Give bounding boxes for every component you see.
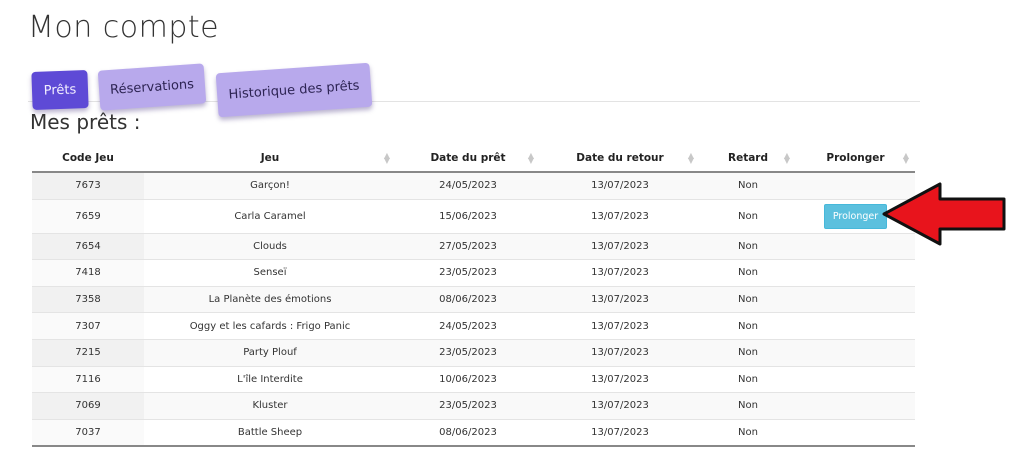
- prolonger-button[interactable]: Prolonger: [823, 203, 888, 229]
- cell-return-date: 13/07/2023: [540, 199, 700, 234]
- cell-return-date: 13/07/2023: [540, 312, 700, 340]
- table-row: 7673 Garçon! 24/05/2023 13/07/2023 Non: [32, 172, 915, 200]
- cell-code: 7418: [32, 259, 144, 287]
- cell-game: Party Plouf: [144, 339, 396, 367]
- column-header-code-jeu[interactable]: Code Jeu: [32, 145, 144, 173]
- cell-late: Non: [700, 259, 796, 287]
- sort-arrows-icon: ▲ ▼: [783, 151, 790, 165]
- loans-table: Code Jeu Jeu ▲ ▼ Date du prêt ▲ ▼ Date du re…: [32, 145, 915, 448]
- cell-extend: [796, 392, 915, 420]
- table-row: 7037 Battle Sheep 08/06/2023 13/07/2023 …: [32, 419, 915, 448]
- tab-reservations[interactable]: Réservations: [97, 63, 207, 111]
- section-title: Mes prêts :: [30, 110, 141, 134]
- cell-loan-date: 08/06/2023: [396, 286, 540, 314]
- tab-prets[interactable]: Prêts: [31, 70, 89, 110]
- cell-game: Carla Caramel: [144, 199, 396, 234]
- tab-historique-des-prets[interactable]: Historique des prêts: [215, 62, 373, 118]
- table-row: 7358 La Planète des émotions 08/06/2023 …: [32, 286, 915, 314]
- table-row: 7654 Clouds 27/05/2023 13/07/2023 Non: [32, 233, 915, 261]
- cell-loan-date: 15/06/2023: [396, 199, 540, 234]
- column-header-prolonger[interactable]: Prolonger ▲ ▼: [796, 145, 915, 173]
- cell-late: Non: [700, 199, 796, 234]
- page-title: Mon compte: [28, 10, 220, 45]
- cell-game: Clouds: [144, 233, 396, 261]
- cell-return-date: 13/07/2023: [540, 366, 700, 394]
- cell-loan-date: 10/06/2023: [396, 366, 540, 394]
- sort-arrows-icon: ▲ ▼: [687, 151, 694, 165]
- cell-return-date: 13/07/2023: [540, 339, 700, 367]
- red-arrow-annotation-icon: [882, 182, 1006, 246]
- table-header-row: Code Jeu Jeu ▲ ▼ Date du prêt ▲ ▼ Date du re…: [32, 145, 915, 173]
- cell-game: Oggy et les cafards : Frigo Panic: [144, 312, 396, 340]
- sort-arrows-icon: ▲ ▼: [383, 151, 390, 165]
- cell-late: Non: [700, 392, 796, 420]
- cell-game: Garçon!: [144, 172, 396, 200]
- cell-return-date: 13/07/2023: [540, 286, 700, 314]
- table-row: 7215 Party Plouf 23/05/2023 13/07/2023 N…: [32, 339, 915, 367]
- account-page: Mon compte Prêts Réservations Historique…: [0, 0, 1024, 457]
- cell-code: 7659: [32, 199, 144, 234]
- cell-extend: [796, 259, 915, 287]
- cell-game: Senseï: [144, 259, 396, 287]
- cell-code: 7037: [32, 419, 144, 448]
- cell-return-date: 13/07/2023: [540, 172, 700, 200]
- cell-extend: [796, 339, 915, 367]
- cell-late: Non: [700, 172, 796, 200]
- table-row: 7307 Oggy et les cafards : Frigo Panic 2…: [32, 312, 915, 340]
- cell-code: 7307: [32, 312, 144, 340]
- table-row: 7659 Carla Caramel 15/06/2023 13/07/2023…: [32, 199, 915, 234]
- cell-loan-date: 24/05/2023: [396, 312, 540, 340]
- table-row: 7069 Kluster 23/05/2023 13/07/2023 Non: [32, 392, 915, 420]
- cell-late: Non: [700, 419, 796, 448]
- table-row: 7116 L'île Interdite 10/06/2023 13/07/20…: [32, 366, 915, 394]
- cell-code: 7215: [32, 339, 144, 367]
- cell-loan-date: 23/05/2023: [396, 392, 540, 420]
- column-header-date-du-retour[interactable]: Date du retour ▲ ▼: [540, 145, 700, 173]
- cell-extend: [796, 312, 915, 340]
- cell-late: Non: [700, 366, 796, 394]
- cell-loan-date: 27/05/2023: [396, 233, 540, 261]
- cell-loan-date: 23/05/2023: [396, 259, 540, 287]
- cell-game: La Planète des émotions: [144, 286, 396, 314]
- cell-late: Non: [700, 339, 796, 367]
- cell-extend: [796, 286, 915, 314]
- column-header-retard[interactable]: Retard ▲ ▼: [700, 145, 796, 173]
- cell-return-date: 13/07/2023: [540, 419, 700, 448]
- cell-late: Non: [700, 233, 796, 261]
- cell-code: 7069: [32, 392, 144, 420]
- cell-loan-date: 23/05/2023: [396, 339, 540, 367]
- cell-return-date: 13/07/2023: [540, 392, 700, 420]
- cell-loan-date: 08/06/2023: [396, 419, 540, 448]
- cell-code: 7116: [32, 366, 144, 394]
- cell-code: 7654: [32, 233, 144, 261]
- cell-loan-date: 24/05/2023: [396, 172, 540, 200]
- cell-return-date: 13/07/2023: [540, 233, 700, 261]
- cell-code: 7358: [32, 286, 144, 314]
- cell-code: 7673: [32, 172, 144, 200]
- cell-game: Kluster: [144, 392, 396, 420]
- sort-arrows-icon: ▲ ▼: [902, 151, 909, 165]
- sort-arrows-icon: ▲ ▼: [527, 151, 534, 165]
- cell-late: Non: [700, 312, 796, 340]
- cell-extend: [796, 419, 915, 448]
- cell-late: Non: [700, 286, 796, 314]
- cell-game: Battle Sheep: [144, 419, 396, 448]
- column-header-date-du-pret[interactable]: Date du prêt ▲ ▼: [396, 145, 540, 173]
- cell-extend: [796, 366, 915, 394]
- cell-game: L'île Interdite: [144, 366, 396, 394]
- column-header-jeu[interactable]: Jeu ▲ ▼: [144, 145, 396, 173]
- table-row: 7418 Senseï 23/05/2023 13/07/2023 Non: [32, 259, 915, 287]
- cell-return-date: 13/07/2023: [540, 259, 700, 287]
